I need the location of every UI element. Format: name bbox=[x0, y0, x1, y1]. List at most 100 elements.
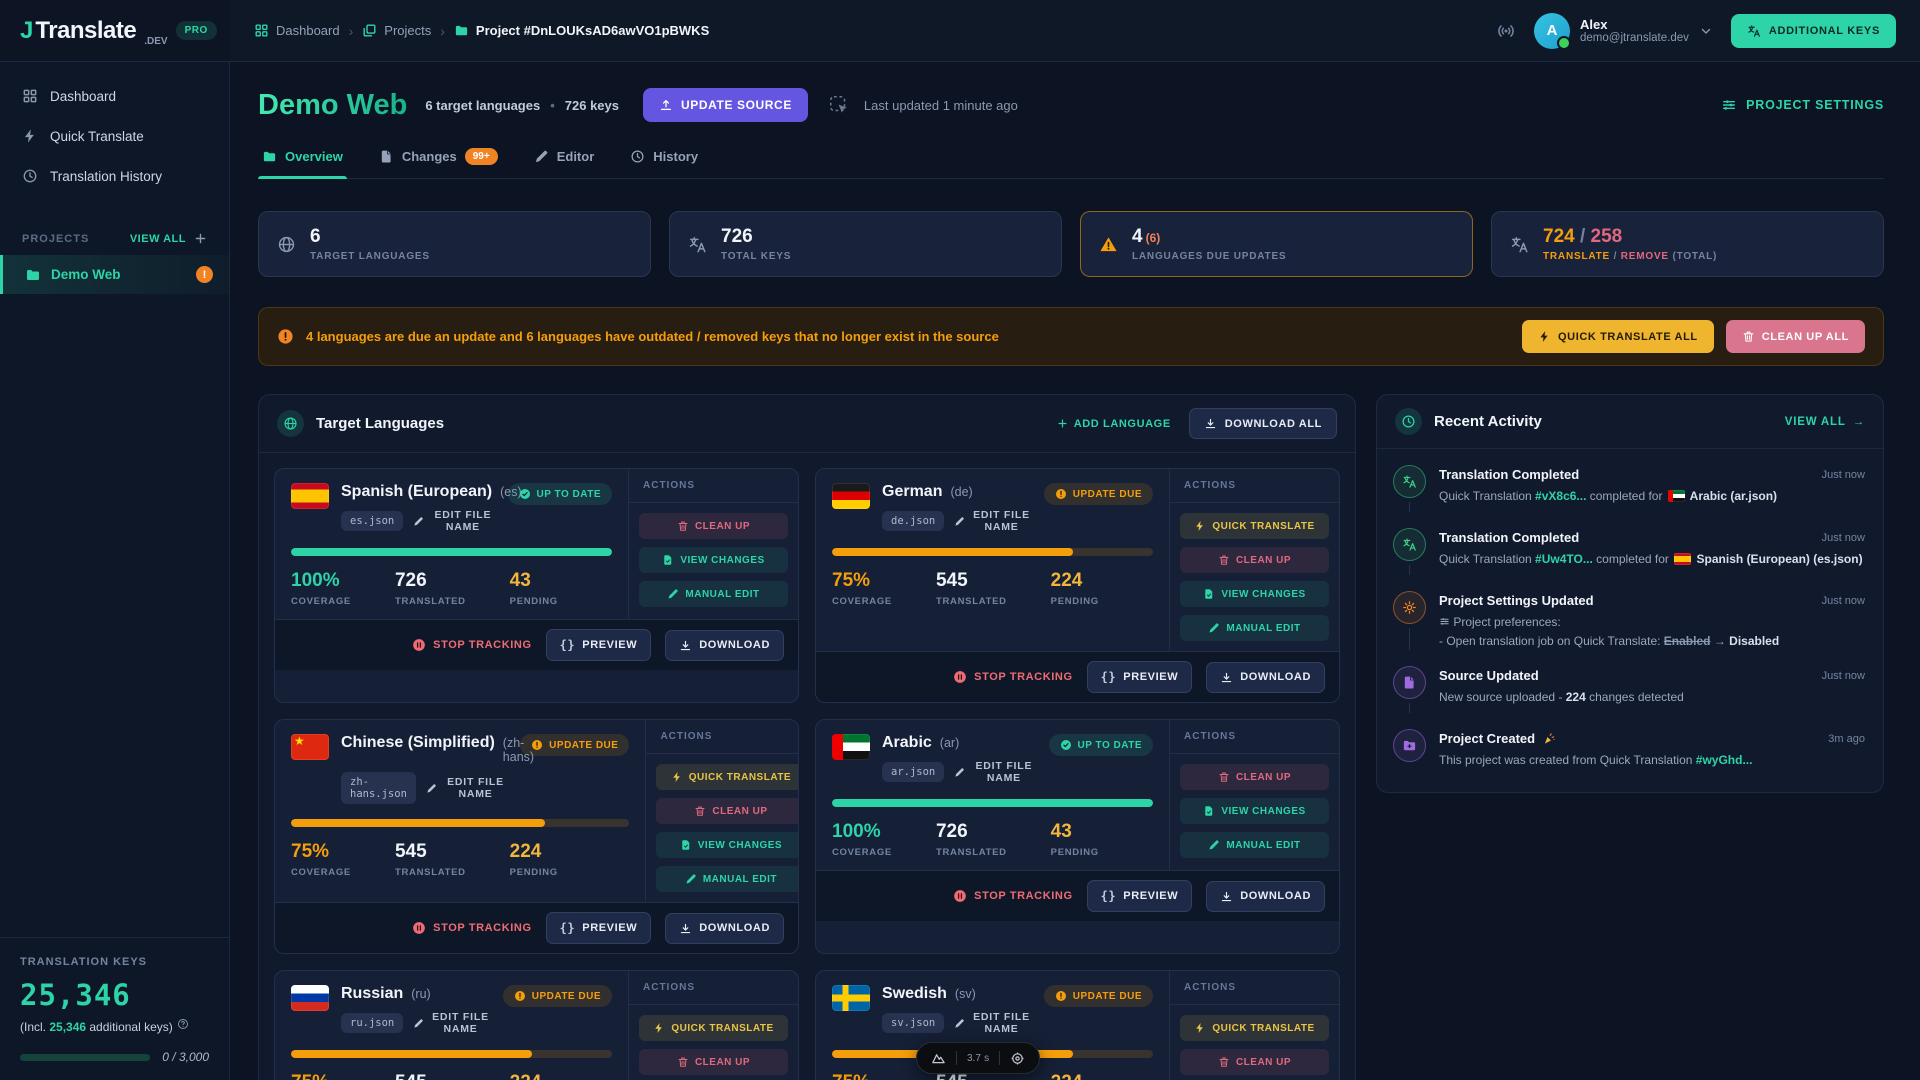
language-card: Spanish (European) (es) es.json EDIT FIL… bbox=[274, 468, 799, 703]
recent-activity-panel: Recent Activity VIEW ALL→ Translation Co… bbox=[1376, 394, 1884, 793]
stop-tracking-button[interactable]: STOP TRACKING bbox=[412, 921, 531, 935]
language-card: Chinese (Simplified) (zh-hans) zh-hans.j… bbox=[274, 719, 799, 954]
help-icon[interactable] bbox=[177, 1018, 189, 1030]
keys-note: (Incl. 25,346 additional keys) bbox=[20, 1020, 209, 1034]
sidebar-item-translation-history[interactable]: Translation History bbox=[0, 156, 229, 196]
projects-header: PROJECTS bbox=[22, 233, 89, 245]
manual-edit-button[interactable]: MANUAL EDIT bbox=[1180, 832, 1329, 858]
clean-up-icon bbox=[694, 805, 706, 817]
activity-time: Just now bbox=[1822, 469, 1865, 481]
breadcrumb-dashboard[interactable]: Dashboard bbox=[254, 23, 340, 38]
tab-editor[interactable]: Editor bbox=[534, 148, 595, 178]
status-badge: UPDATE DUE bbox=[520, 734, 629, 756]
tab-changes[interactable]: Changes 99+ bbox=[379, 148, 498, 178]
preview-button[interactable]: {} PREVIEW bbox=[1087, 880, 1193, 912]
stat-total-keys: 726TOTAL KEYS bbox=[669, 211, 1062, 277]
clean-up-icon bbox=[1218, 554, 1230, 566]
quick-translate-all-button[interactable]: QUICK TRANSLATE ALL bbox=[1522, 320, 1714, 353]
download-button[interactable]: DOWNLOAD bbox=[665, 630, 784, 661]
download-icon bbox=[1220, 890, 1233, 903]
download-button[interactable]: DOWNLOAD bbox=[1206, 662, 1325, 693]
additional-keys-button[interactable]: ADDITIONAL KEYS bbox=[1731, 14, 1896, 48]
view-changes-button[interactable]: VIEW CHANGES bbox=[639, 547, 788, 573]
stop-tracking-button[interactable]: STOP TRACKING bbox=[412, 638, 531, 652]
coverage-value: 100% bbox=[291, 570, 351, 592]
clean-up-button[interactable]: CLEAN UP bbox=[1180, 1049, 1329, 1075]
target-icon[interactable] bbox=[1010, 1051, 1025, 1066]
tab-overview[interactable]: Overview bbox=[262, 148, 343, 178]
activity-link[interactable]: #vX8c6... bbox=[1535, 489, 1586, 503]
banner-text: 4 languages are due an update and 6 lang… bbox=[306, 329, 999, 344]
view-changes-icon bbox=[1203, 805, 1215, 817]
language-name: Spanish (European) bbox=[341, 483, 492, 501]
card-footer: STOP TRACKING {} PREVIEW DOWNLOAD bbox=[816, 870, 1339, 921]
pencil-icon bbox=[413, 1018, 424, 1029]
add-project-icon[interactable] bbox=[194, 232, 207, 245]
update-source-button[interactable]: UPDATE SOURCE bbox=[643, 88, 808, 122]
edit-file-name-button[interactable]: EDIT FILE NAME bbox=[413, 1011, 490, 1035]
languages-panel-title: Target Languages bbox=[316, 415, 444, 432]
quick-translate-button[interactable]: QUICK TRANSLATE bbox=[656, 764, 799, 790]
clean-up-button[interactable]: CLEAN UP bbox=[1180, 764, 1329, 790]
stop-tracking-button[interactable]: STOP TRACKING bbox=[953, 889, 1072, 903]
preview-button[interactable]: {} PREVIEW bbox=[546, 629, 652, 661]
sidebar-item-quick-translate[interactable]: Quick Translate bbox=[0, 116, 229, 156]
user-email: demo@jtranslate.dev bbox=[1580, 32, 1689, 44]
sidebar-item-demo-web[interactable]: Demo Web ! bbox=[0, 255, 229, 294]
coverage-value: 75% bbox=[832, 1072, 892, 1080]
edit-file-name-button[interactable]: EDIT FILE NAME bbox=[954, 1011, 1031, 1035]
clean-up-all-button[interactable]: CLEAN UP ALL bbox=[1726, 320, 1865, 353]
activity-view-all-button[interactable]: VIEW ALL→ bbox=[1785, 416, 1865, 428]
manual-edit-button[interactable]: MANUAL EDIT bbox=[1180, 615, 1329, 641]
view-all-projects-button[interactable]: VIEW ALL bbox=[130, 233, 186, 245]
user-menu[interactable]: A Alex demo@jtranslate.dev bbox=[1534, 13, 1713, 49]
edit-file-name-button[interactable]: EDIT FILE NAME bbox=[954, 760, 1036, 784]
language-code: (ar) bbox=[940, 736, 959, 750]
plus-icon bbox=[1057, 418, 1068, 429]
app-logo[interactable]: JTranslate .DEV PRO bbox=[0, 0, 230, 61]
pencil-icon bbox=[413, 516, 424, 527]
clean-up-button[interactable]: CLEAN UP bbox=[639, 513, 788, 539]
clean-up-button[interactable]: CLEAN UP bbox=[656, 798, 799, 824]
stats-row: 6TARGET LANGUAGES 726TOTAL KEYS 4(6)LANG… bbox=[258, 211, 1884, 277]
activity-time: Just now bbox=[1822, 595, 1865, 607]
project-settings-button[interactable]: PROJECT SETTINGS bbox=[1721, 97, 1884, 113]
clean-up-button[interactable]: CLEAN UP bbox=[639, 1049, 788, 1075]
sidebar-nav: DashboardQuick TranslateTranslation Hist… bbox=[0, 62, 229, 210]
clean-up-button[interactable]: CLEAN UP bbox=[1180, 547, 1329, 573]
stat-translate-remove: 724 / 258 TRANSLATE / REMOVE (TOTAL) bbox=[1491, 211, 1884, 277]
manual-edit-button[interactable]: MANUAL EDIT bbox=[656, 866, 799, 892]
activity-link[interactable]: #Uw4TO... bbox=[1535, 552, 1593, 566]
chevron-down-icon bbox=[1699, 24, 1713, 38]
language-flag-icon bbox=[832, 734, 870, 760]
preview-button[interactable]: {} PREVIEW bbox=[546, 912, 652, 944]
manual-edit-button[interactable]: MANUAL EDIT bbox=[639, 581, 788, 607]
download-button[interactable]: DOWNLOAD bbox=[665, 913, 784, 944]
sidebar-item-dashboard[interactable]: Dashboard bbox=[0, 76, 229, 116]
quick-translate-button[interactable]: QUICK TRANSLATE bbox=[1180, 1015, 1329, 1041]
project-name: Demo Web bbox=[51, 267, 121, 282]
edit-file-name-button[interactable]: EDIT FILE NAME bbox=[426, 776, 508, 800]
language-code: (ru) bbox=[411, 987, 430, 1001]
clean-up-icon bbox=[677, 520, 689, 532]
view-changes-button[interactable]: VIEW CHANGES bbox=[1180, 798, 1329, 824]
activity-description: Quick Translation #vX8c6... completed fo… bbox=[1439, 487, 1865, 506]
tab-history[interactable]: History bbox=[630, 148, 698, 178]
download-all-button[interactable]: DOWNLOAD ALL bbox=[1189, 408, 1337, 439]
activity-link[interactable]: #wyGhd... bbox=[1696, 753, 1753, 767]
download-button[interactable]: DOWNLOAD bbox=[1206, 881, 1325, 912]
preview-button[interactable]: {} PREVIEW bbox=[1087, 661, 1193, 693]
dev-toolbar-overlay[interactable]: 3.7 s bbox=[916, 1042, 1040, 1074]
quick-translate-button[interactable]: QUICK TRANSLATE bbox=[1180, 513, 1329, 539]
stop-tracking-button[interactable]: STOP TRACKING bbox=[953, 670, 1072, 684]
add-language-button[interactable]: ADD LANGUAGE bbox=[1057, 418, 1171, 430]
breadcrumb-project[interactable]: Project #DnLOUKsAD6awVO1pBWKS bbox=[454, 23, 709, 38]
coverage-value: 75% bbox=[291, 841, 351, 863]
view-changes-button[interactable]: VIEW CHANGES bbox=[1180, 581, 1329, 607]
quick-translate-button[interactable]: QUICK TRANSLATE bbox=[639, 1015, 788, 1041]
breadcrumb-projects[interactable]: Projects bbox=[362, 23, 431, 38]
edit-file-name-button[interactable]: EDIT FILE NAME bbox=[954, 509, 1031, 533]
edit-file-name-button[interactable]: EDIT FILE NAME bbox=[413, 509, 495, 533]
broadcast-icon[interactable] bbox=[1496, 21, 1516, 41]
view-changes-button[interactable]: VIEW CHANGES bbox=[656, 832, 799, 858]
